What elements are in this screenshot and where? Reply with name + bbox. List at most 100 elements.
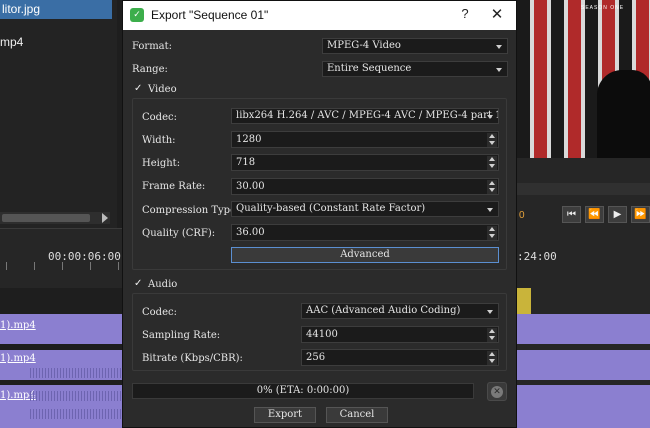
spin-up-icon[interactable] bbox=[487, 328, 497, 335]
ruler-tick bbox=[118, 262, 119, 270]
chevron-down-icon bbox=[487, 310, 493, 314]
poster-stripe bbox=[534, 0, 547, 158]
video-codec-label: Codec: bbox=[142, 112, 177, 123]
spin-down-icon[interactable] bbox=[487, 140, 497, 147]
progress-text: 0% (ETA: 0:00:00) bbox=[256, 385, 350, 396]
advanced-button[interactable]: Advanced bbox=[231, 247, 499, 263]
range-label: Range: bbox=[132, 64, 168, 75]
close-icon[interactable]: ✕ bbox=[488, 5, 506, 25]
export-progress-bar: 0% (ETA: 0:00:00) bbox=[132, 383, 474, 399]
audio-waveform bbox=[30, 368, 122, 378]
chevron-down-icon bbox=[496, 45, 502, 49]
video-preview: SEASON ONE bbox=[517, 0, 650, 158]
timeline-clip[interactable]: 1).mp4 bbox=[0, 385, 122, 428]
sampling-rate-label: Sampling Rate: bbox=[142, 330, 221, 341]
height-value: 718 bbox=[236, 157, 256, 168]
scrollbar-thumb[interactable] bbox=[2, 214, 90, 222]
files-horizontal-scrollbar[interactable] bbox=[0, 212, 110, 224]
audio-checkbox[interactable]: ✓ bbox=[134, 279, 144, 289]
spin-up-icon[interactable] bbox=[487, 156, 497, 163]
stop-export-button[interactable]: ✕ bbox=[487, 382, 507, 401]
compression-type-value: Quality-based (Constant Rate Factor) bbox=[236, 203, 426, 214]
export-dialog: ✓ Export "Sequence 01" ? ✕ Format: MPEG-… bbox=[122, 0, 517, 428]
chevron-down-icon bbox=[487, 115, 493, 119]
audio-codec-label: Codec: bbox=[142, 307, 177, 318]
spin-down-icon[interactable] bbox=[487, 233, 497, 240]
spin-up-icon[interactable] bbox=[487, 351, 497, 358]
timeline-clip[interactable]: 1).mp4 bbox=[0, 350, 122, 380]
ruler-tick bbox=[62, 262, 63, 270]
format-label: Format: bbox=[132, 41, 173, 52]
frame-rate-label: Frame Rate: bbox=[142, 181, 206, 192]
width-label: Width: bbox=[142, 135, 176, 146]
poster-caption: SEASON ONE bbox=[581, 5, 625, 11]
quality-value: 36.00 bbox=[236, 227, 265, 238]
audio-codec-select[interactable]: AAC (Advanced Audio Coding) bbox=[301, 303, 499, 319]
video-codec-value: libx264 H.264 / AVC / MPEG-4 AVC / MPEG-… bbox=[236, 110, 499, 121]
frame-rate-value: 30.00 bbox=[236, 181, 265, 192]
video-checkbox[interactable]: ✓ bbox=[134, 84, 144, 94]
format-select[interactable]: MPEG-4 Video bbox=[322, 38, 508, 54]
cancel-button[interactable]: Cancel bbox=[326, 407, 388, 423]
clip-label: 1).mp4 bbox=[0, 320, 36, 331]
playhead-marker: 0 bbox=[519, 210, 525, 221]
chevron-down-icon bbox=[487, 208, 493, 212]
spin-up-icon[interactable] bbox=[487, 180, 497, 187]
clip-label: 1).mp4 bbox=[0, 353, 36, 364]
format-value: MPEG-4 Video bbox=[327, 40, 401, 51]
spin-down-icon[interactable] bbox=[487, 358, 497, 365]
dialog-titlebar[interactable]: ✓ Export "Sequence 01" ? ✕ bbox=[123, 1, 516, 30]
help-button[interactable]: ? bbox=[457, 6, 473, 24]
height-field[interactable]: 718 bbox=[231, 154, 499, 171]
spin-down-icon[interactable] bbox=[487, 163, 497, 170]
quality-field[interactable]: 36.00 bbox=[231, 224, 499, 241]
spin-down-icon[interactable] bbox=[487, 335, 497, 342]
playback-scrubber[interactable] bbox=[517, 183, 650, 195]
bitrate-label: Bitrate (Kbps/CBR): bbox=[142, 353, 243, 364]
scroll-right-arrow-icon[interactable] bbox=[102, 213, 108, 223]
audio-group-label: Audio bbox=[148, 279, 178, 290]
sampling-rate-field[interactable]: 44100 bbox=[301, 326, 499, 343]
ruler-tick bbox=[90, 262, 91, 270]
chevron-down-icon bbox=[496, 68, 502, 72]
audio-waveform bbox=[30, 391, 122, 401]
timeline-clip[interactable] bbox=[517, 314, 650, 344]
frame-rate-field[interactable]: 30.00 bbox=[231, 178, 499, 195]
timecode-label: :24:00 bbox=[517, 250, 557, 263]
ruler-tick bbox=[34, 262, 35, 270]
app-logo-icon: ✓ bbox=[130, 8, 144, 22]
height-label: Height: bbox=[142, 158, 181, 169]
spin-up-icon[interactable] bbox=[487, 226, 497, 233]
poster-stripe bbox=[568, 0, 581, 158]
sampling-rate-value: 44100 bbox=[306, 329, 338, 340]
audio-waveform bbox=[30, 409, 122, 419]
video-group-label: Video bbox=[148, 84, 177, 95]
poster-stripe bbox=[517, 0, 530, 158]
rewind-icon[interactable]: ⏪ bbox=[585, 206, 604, 223]
audio-codec-value: AAC (Advanced Audio Coding) bbox=[306, 305, 461, 316]
bitrate-field[interactable]: 256 bbox=[301, 349, 499, 366]
skip-back-icon[interactable]: ⏮ bbox=[562, 206, 581, 223]
compression-type-label: Compression Type: bbox=[142, 205, 240, 216]
cancel-circle-icon: ✕ bbox=[491, 386, 503, 398]
timeline-clip[interactable]: 1).mp4 bbox=[0, 314, 122, 344]
timeline-clip[interactable] bbox=[517, 385, 650, 428]
range-select[interactable]: Entire Sequence bbox=[322, 61, 508, 77]
range-value: Entire Sequence bbox=[327, 63, 412, 74]
compression-type-select[interactable]: Quality-based (Constant Rate Factor) bbox=[231, 201, 499, 217]
spin-up-icon[interactable] bbox=[487, 133, 497, 140]
ruler-tick bbox=[6, 262, 7, 270]
fast-forward-icon[interactable]: ⏩ bbox=[631, 206, 650, 223]
selected-file-item[interactable]: litor.jpg bbox=[0, 0, 112, 19]
play-icon[interactable]: ▶ bbox=[608, 206, 627, 223]
timeline-clip[interactable] bbox=[517, 288, 531, 316]
width-value: 1280 bbox=[236, 134, 262, 145]
video-codec-select[interactable]: libx264 H.264 / AVC / MPEG-4 AVC / MPEG-… bbox=[231, 108, 499, 124]
bitrate-value: 256 bbox=[306, 352, 326, 363]
timeline-clip[interactable] bbox=[517, 350, 650, 380]
width-field[interactable]: 1280 bbox=[231, 131, 499, 148]
spin-down-icon[interactable] bbox=[487, 187, 497, 194]
export-button[interactable]: Export bbox=[254, 407, 316, 423]
poster-figure bbox=[597, 70, 650, 158]
file-item[interactable]: mp4 bbox=[0, 35, 23, 49]
